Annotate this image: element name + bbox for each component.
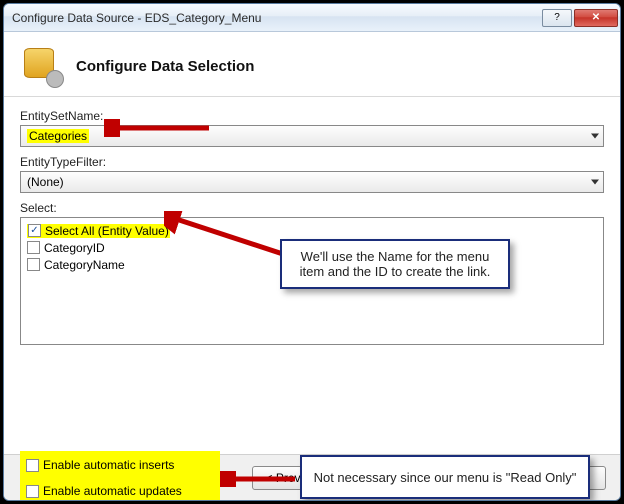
checkbox-icon[interactable] (26, 485, 39, 498)
annotation-callout: Not necessary since our menu is "Read On… (300, 455, 590, 499)
callout-text: Not necessary since our menu is "Read On… (314, 470, 577, 485)
chevron-down-icon (591, 134, 599, 139)
entity-type-filter-label: EntityTypeFilter: (20, 155, 604, 169)
checkbox-icon[interactable] (27, 258, 40, 271)
list-item-label: CategoryID (44, 241, 105, 255)
titlebar[interactable]: Configure Data Source - EDS_Category_Men… (4, 4, 620, 32)
help-button[interactable]: ? (542, 9, 572, 27)
automatic-options: Enable automatic inserts Enable automati… (20, 451, 220, 501)
enable-inserts-checkbox[interactable]: Enable automatic inserts (26, 457, 210, 473)
close-button[interactable]: ✕ (574, 9, 618, 27)
list-item[interactable]: Select All (Entity Value) (27, 222, 597, 239)
entity-set-name-dropdown[interactable]: Categories (20, 125, 604, 147)
entity-set-name-label: EntitySetName: (20, 109, 604, 123)
callout-text: We'll use the Name for the menu item and… (300, 249, 491, 279)
dialog-window: Configure Data Source - EDS_Category_Men… (3, 3, 621, 501)
page-title: Configure Data Selection (76, 58, 254, 75)
database-icon (22, 46, 62, 86)
checkbox-label: Enable automatic inserts (43, 458, 174, 472)
annotation-callout: We'll use the Name for the menu item and… (280, 239, 510, 289)
entity-type-filter-dropdown[interactable]: (None) (20, 171, 604, 193)
entity-set-name-value: Categories (27, 129, 89, 143)
checkbox-icon[interactable] (28, 224, 41, 237)
chevron-down-icon (591, 180, 599, 185)
window-title: Configure Data Source - EDS_Category_Men… (12, 11, 540, 25)
checkbox-icon[interactable] (27, 241, 40, 254)
enable-updates-checkbox[interactable]: Enable automatic updates (26, 483, 210, 499)
list-item-label: CategoryName (44, 258, 125, 272)
wizard-body: EntitySetName: Categories EntityTypeFilt… (4, 97, 620, 454)
checkbox-label: Enable automatic updates (43, 484, 182, 498)
wizard-header: Configure Data Selection (4, 32, 620, 97)
close-icon: ✕ (592, 12, 600, 23)
entity-type-filter-value: (None) (27, 175, 64, 189)
select-label: Select: (20, 201, 604, 215)
checkbox-icon[interactable] (26, 459, 39, 472)
list-item-label: Select All (Entity Value) (45, 224, 169, 238)
